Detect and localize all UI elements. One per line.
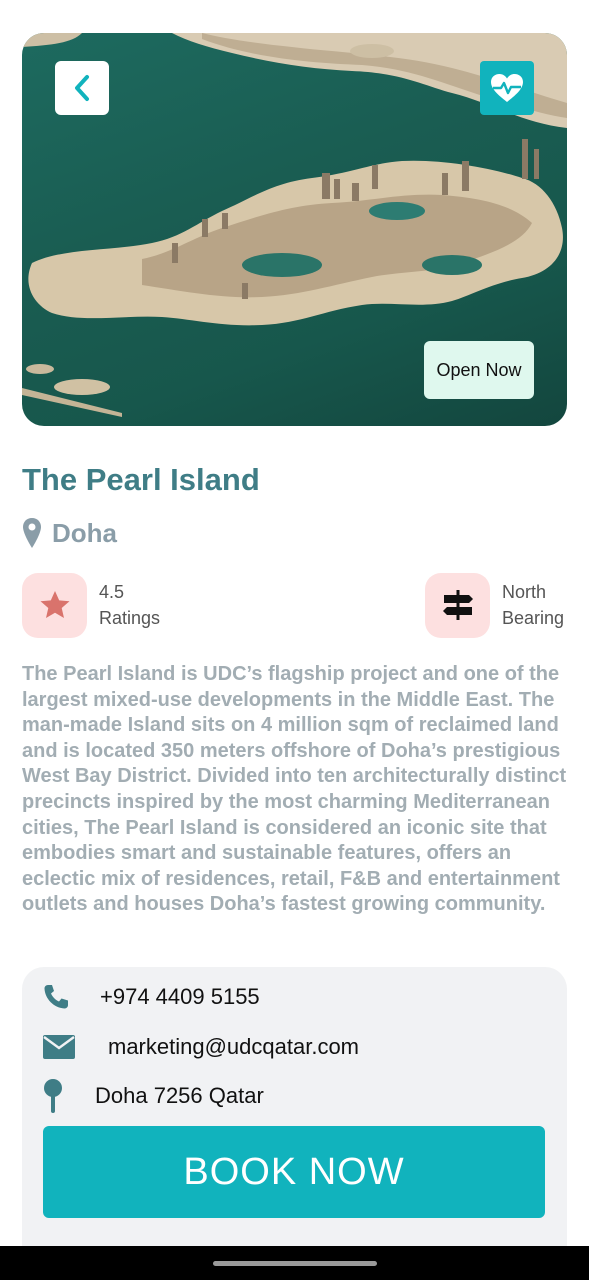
book-now-button[interactable]: BOOK NOW: [43, 1126, 545, 1218]
phone-icon: [44, 985, 68, 1009]
email-row[interactable]: marketing@udcqatar.com: [42, 1031, 359, 1063]
rating-label: Ratings: [99, 608, 161, 628]
hero-image: Open Now: [22, 33, 567, 426]
favorite-button[interactable]: [480, 61, 534, 115]
rating-value: 4.5: [99, 582, 125, 602]
phone-row[interactable]: +974 4409 5155: [42, 981, 260, 1013]
heart-pulse-icon: [491, 74, 523, 102]
place-location: Doha: [22, 515, 117, 551]
place-description: The Pearl Island is UDC’s flagship proje…: [22, 663, 567, 916]
phone-number: +974 4409 5155: [100, 984, 260, 1009]
star-icon: [40, 591, 69, 618]
system-nav-bar: [0, 1246, 589, 1280]
bearing-label: Bearing: [502, 608, 565, 628]
bearing-badge: [425, 572, 490, 638]
rating-badge: [22, 572, 87, 638]
home-gesture-handle[interactable]: [213, 1261, 377, 1266]
address-text: Doha 7256 Qatar: [95, 1083, 264, 1108]
chevron-left-icon: [75, 75, 89, 101]
location-label: Doha: [52, 517, 117, 548]
place-title: The Pearl Island: [22, 462, 260, 497]
bearing-stat: North Bearing: [425, 572, 564, 638]
envelope-icon: [43, 1035, 75, 1059]
map-pin-icon: [44, 1079, 62, 1113]
contact-card: +974 4409 5155 marketing@udcqatar.com Do…: [22, 967, 567, 1267]
email-address: marketing@udcqatar.com: [108, 1034, 360, 1059]
location-pin-icon: [23, 518, 41, 548]
signpost-icon: [442, 590, 473, 620]
bearing-value: North: [502, 582, 547, 602]
back-button[interactable]: [55, 61, 109, 115]
rating-stat: 4.5 Ratings: [22, 572, 160, 638]
address-row[interactable]: Doha 7256 Qatar: [42, 1077, 264, 1115]
open-status-badge: Open Now: [424, 341, 534, 399]
